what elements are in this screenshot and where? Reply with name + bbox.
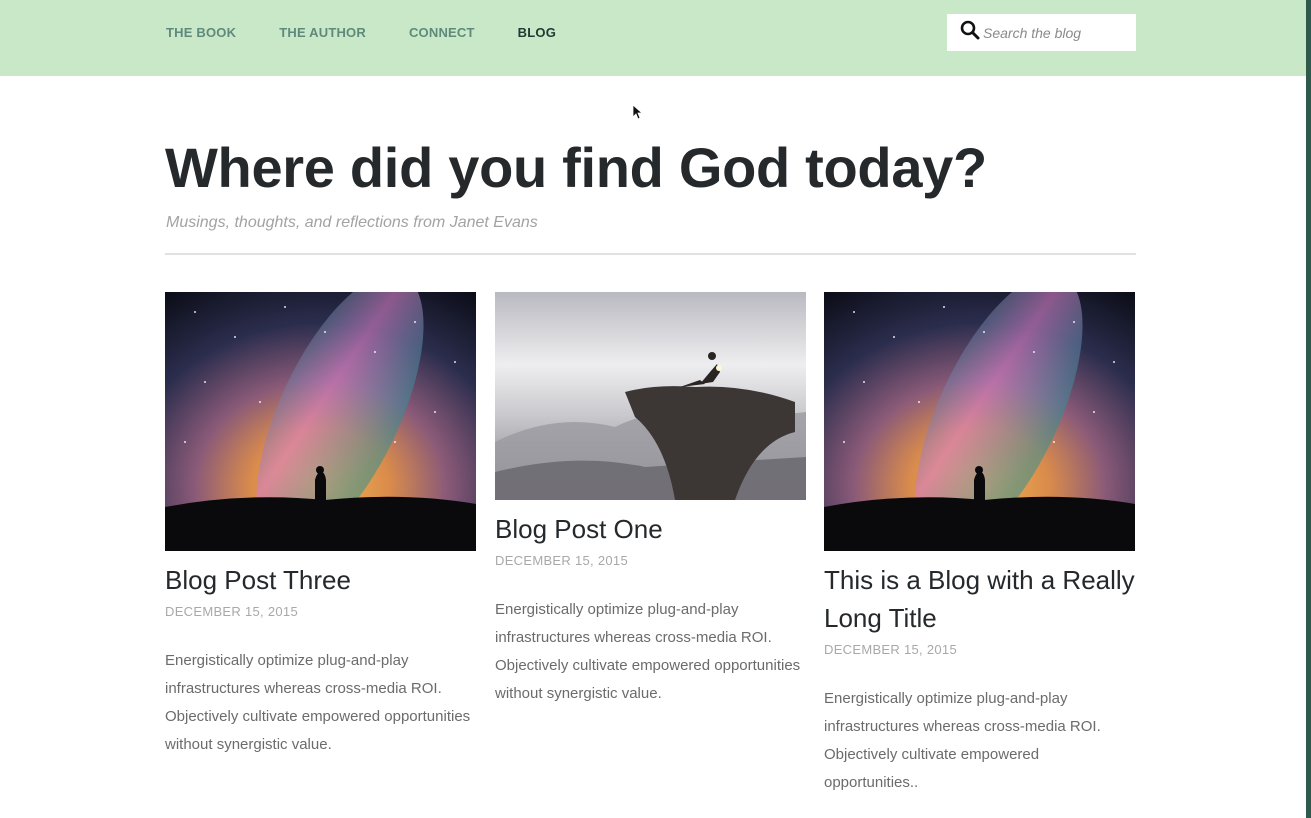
- search-box[interactable]: [947, 14, 1136, 51]
- nav-item-the-author[interactable]: THE AUTHOR: [279, 26, 366, 40]
- post-excerpt: Energistically optimize plug-and-play in…: [165, 652, 471, 753]
- search-input[interactable]: [983, 17, 1133, 48]
- nav-item-the-book[interactable]: THE BOOK: [166, 26, 236, 40]
- post-title[interactable]: Blog Post One: [495, 510, 806, 548]
- nav-item-blog[interactable]: BLOG: [518, 26, 556, 40]
- nav-item-connect[interactable]: CONNECT: [409, 26, 475, 40]
- blog-card: This is a Blog with a Really Long Title …: [824, 292, 1135, 797]
- top-navigation-bar: THE BOOK THE AUTHOR CONNECT BLOG: [0, 0, 1306, 76]
- blog-card: Blog Post Three DECEMBER 15, 2015 Energi…: [165, 292, 476, 759]
- search-icon[interactable]: [960, 20, 980, 40]
- page-tagline: Musings, thoughts, and reflections from …: [166, 214, 538, 231]
- post-date: DECEMBER 15, 2015: [824, 642, 957, 657]
- page-title: Where did you find God today?: [165, 136, 987, 199]
- post-title[interactable]: This is a Blog with a Really Long Title: [824, 561, 1135, 637]
- post-excerpt: Energistically optimize plug-and-play in…: [495, 601, 801, 702]
- main-nav: THE BOOK THE AUTHOR CONNECT BLOG: [166, 26, 599, 40]
- window-edge: [1306, 0, 1311, 818]
- header-divider: [165, 253, 1136, 255]
- post-excerpt: Energistically optimize plug-and-play in…: [824, 690, 1101, 791]
- post-date: DECEMBER 15, 2015: [495, 553, 628, 568]
- mouse-cursor-icon: [632, 104, 642, 120]
- post-title[interactable]: Blog Post Three: [165, 561, 476, 599]
- post-date: DECEMBER 15, 2015: [165, 604, 298, 619]
- post-image-milky-way[interactable]: [165, 292, 476, 551]
- blog-card: Blog Post One DECEMBER 15, 2015 Energist…: [495, 292, 806, 708]
- post-image-milky-way[interactable]: [824, 292, 1135, 551]
- post-image-cliff[interactable]: [495, 292, 806, 500]
